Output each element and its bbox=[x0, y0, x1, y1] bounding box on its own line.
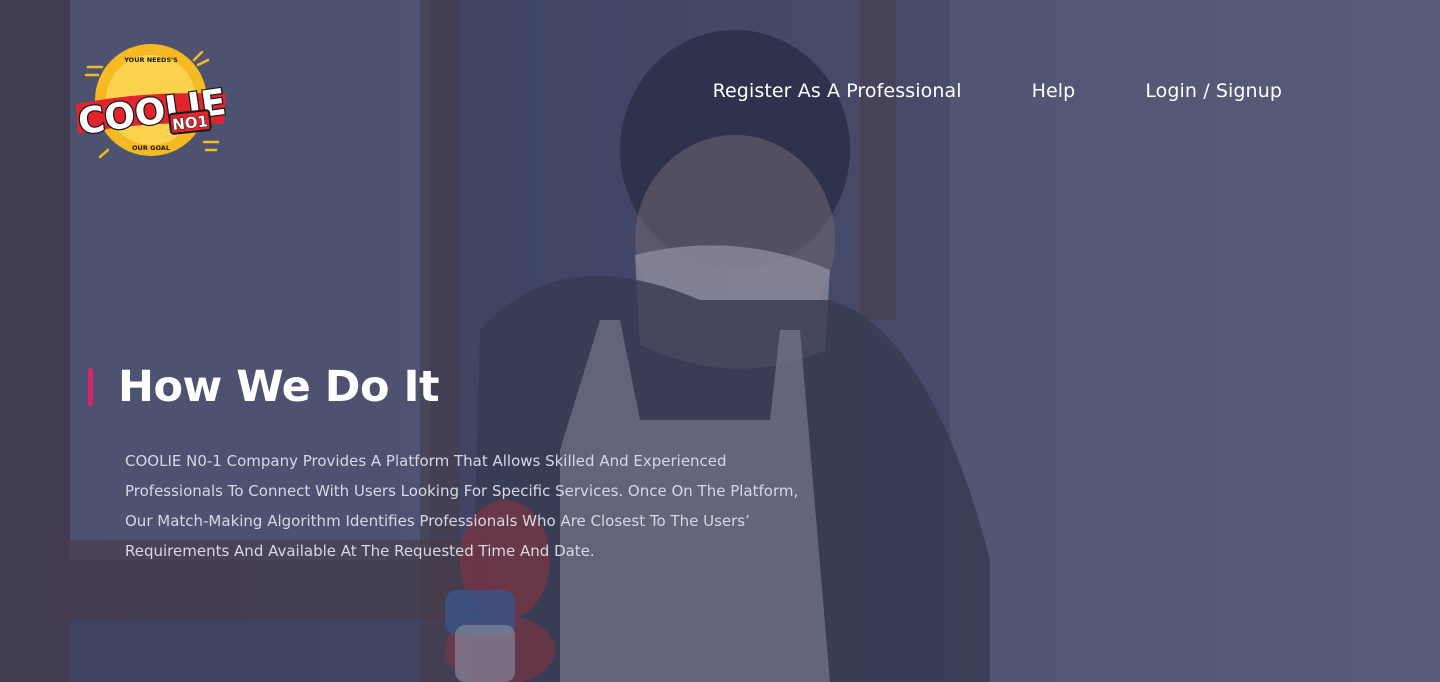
nav-help-link[interactable]: Help bbox=[1032, 80, 1076, 102]
nav-login-signup-link[interactable]: Login / Signup bbox=[1145, 80, 1282, 102]
logo-bottom-text: OUR GOAL bbox=[132, 144, 170, 152]
main-nav: Register As A Professional Help Login / … bbox=[713, 80, 1282, 102]
logo-top-text: YOUR NEEDS'S bbox=[123, 56, 178, 64]
hero-section: YOUR NEEDS'S OUR GOAL COOLIE NO1 Registe… bbox=[0, 0, 1440, 682]
page-title: How We Do It bbox=[118, 362, 440, 412]
nav-register-professional-link[interactable]: Register As A Professional bbox=[713, 80, 962, 102]
logo-badge-text: NO1 bbox=[171, 112, 208, 134]
title-accent-bar bbox=[88, 368, 93, 406]
hero-content: How We Do It COOLIE N0-1 Company Provide… bbox=[88, 362, 828, 566]
hero-description: COOLIE N0-1 Company Provides A Platform … bbox=[125, 452, 799, 560]
brand-logo[interactable]: YOUR NEEDS'S OUR GOAL COOLIE NO1 bbox=[68, 42, 230, 162]
hero-title-row: How We Do It bbox=[88, 362, 828, 412]
